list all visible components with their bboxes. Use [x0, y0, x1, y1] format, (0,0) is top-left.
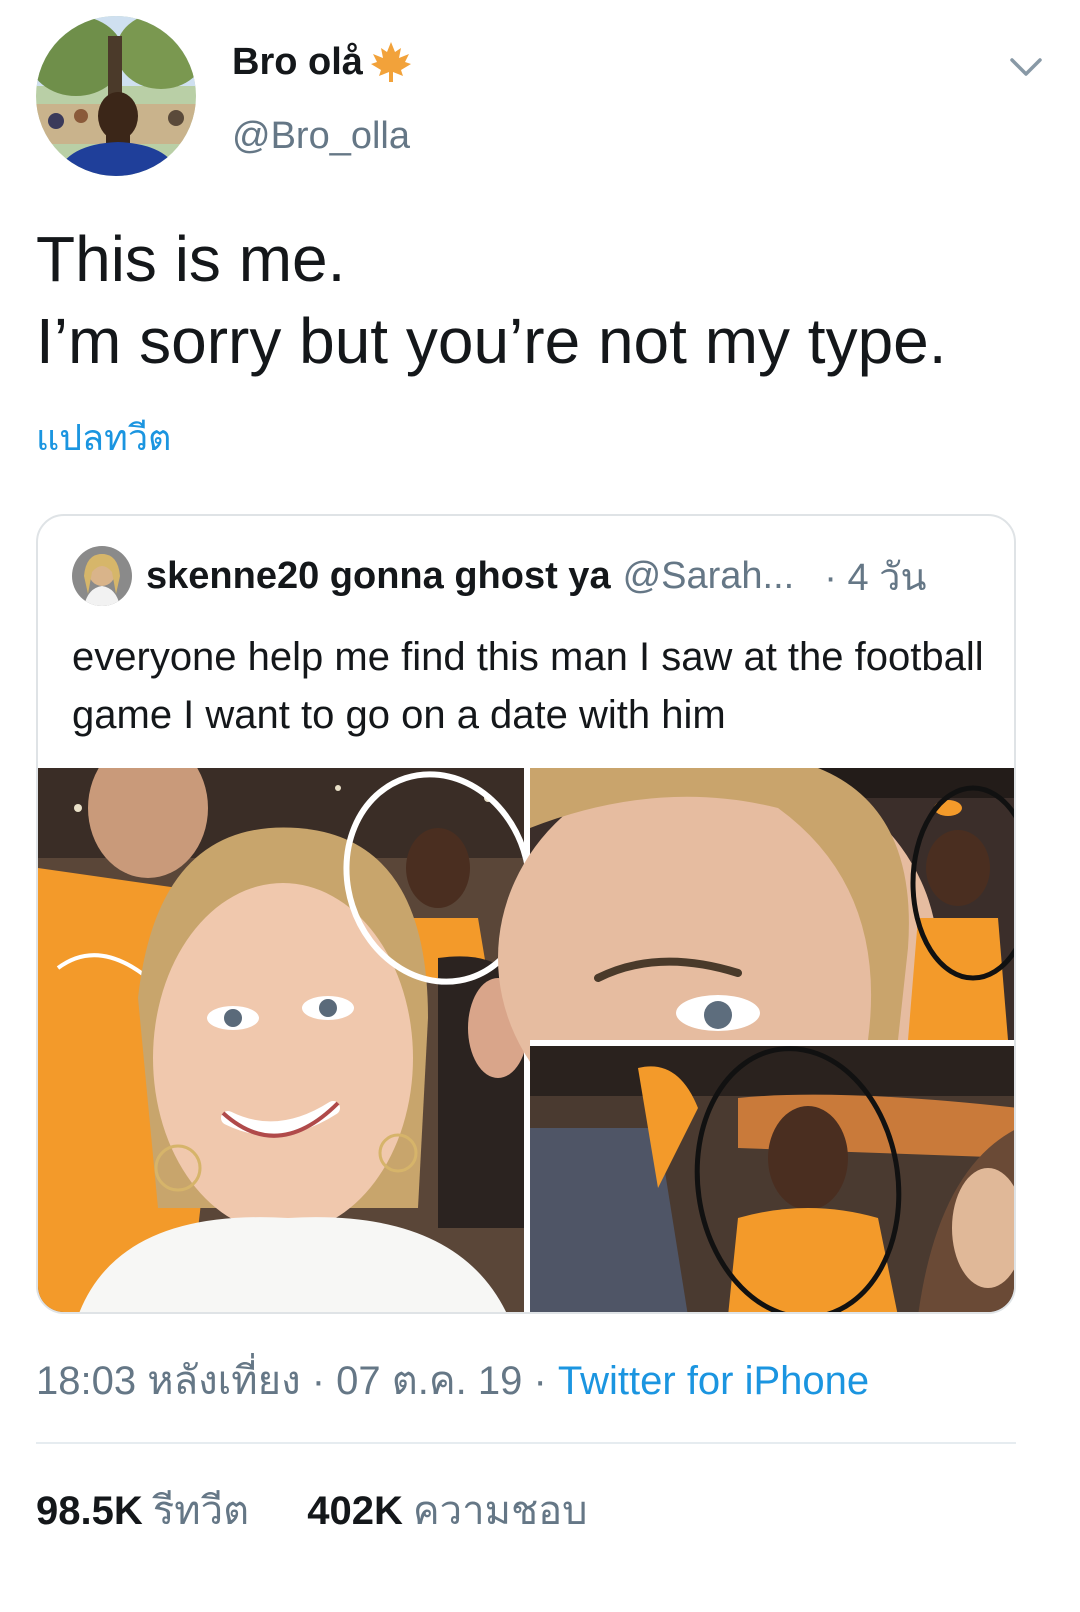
chevron-down-icon[interactable]: [1006, 46, 1046, 86]
tweet-text-line-1: This is me.: [36, 223, 346, 295]
tweet-body: This is me. I’m sorry but you’re not my …: [36, 218, 1036, 382]
tweet-stats: 98.5K รีทวีต 402K ความชอบ: [36, 1486, 588, 1536]
quoted-tweet-text: everyone help me find this man I saw at …: [72, 635, 984, 737]
quoted-tweet[interactable]: skenne20 gonna ghost ya @Sarah... · 4 วั…: [36, 514, 1016, 1314]
maple-leaf-icon: [369, 40, 413, 84]
tweet-timestamp[interactable]: 18:03 หลังเที่ยง · 07 ต.ค. 19 ·: [36, 1359, 558, 1403]
tweet-source-link[interactable]: Twitter for iPhone: [558, 1359, 869, 1403]
quoted-tweet-header: skenne20 gonna ghost ya @Sarah... · 4 วั…: [72, 546, 926, 606]
photo-bottom-right[interactable]: [530, 1035, 1016, 1314]
author-names: Bro olå @Bro_olla: [232, 38, 413, 160]
quoted-handle[interactable]: @Sarah...: [623, 555, 795, 598]
quoted-display-name[interactable]: skenne20 gonna ghost ya: [146, 555, 611, 598]
likes-count: 402K: [307, 1489, 403, 1533]
author-avatar[interactable]: [36, 16, 196, 176]
quoted-author-avatar[interactable]: [72, 546, 132, 606]
likes-label: ความชอบ: [412, 1489, 588, 1533]
quoted-age: · 4 วัน: [824, 556, 927, 599]
tweet-header: Bro olå @Bro_olla: [36, 16, 1046, 176]
divider: [36, 1442, 1016, 1444]
tweet-text-line-2: I’m sorry but you’re not my type.: [36, 305, 947, 377]
photo-left[interactable]: [38, 768, 556, 1314]
retweets-count: 98.5K: [36, 1489, 143, 1533]
retweets-label: รีทวีต: [152, 1489, 250, 1533]
display-name-text: Bro olå: [232, 41, 363, 83]
retweets-stat[interactable]: 98.5K รีทวีต: [36, 1489, 249, 1533]
translate-tweet-link[interactable]: แปลทวีต: [36, 414, 171, 462]
author-display-name[interactable]: Bro olå: [232, 38, 413, 86]
quoted-media-grid: [38, 768, 1016, 1314]
likes-stat[interactable]: 402K ความชอบ: [307, 1489, 587, 1533]
author-handle[interactable]: @Bro_olla: [232, 112, 413, 160]
tweet-meta: 18:03 หลังเที่ยง · 07 ต.ค. 19 · Twitter …: [36, 1356, 869, 1406]
